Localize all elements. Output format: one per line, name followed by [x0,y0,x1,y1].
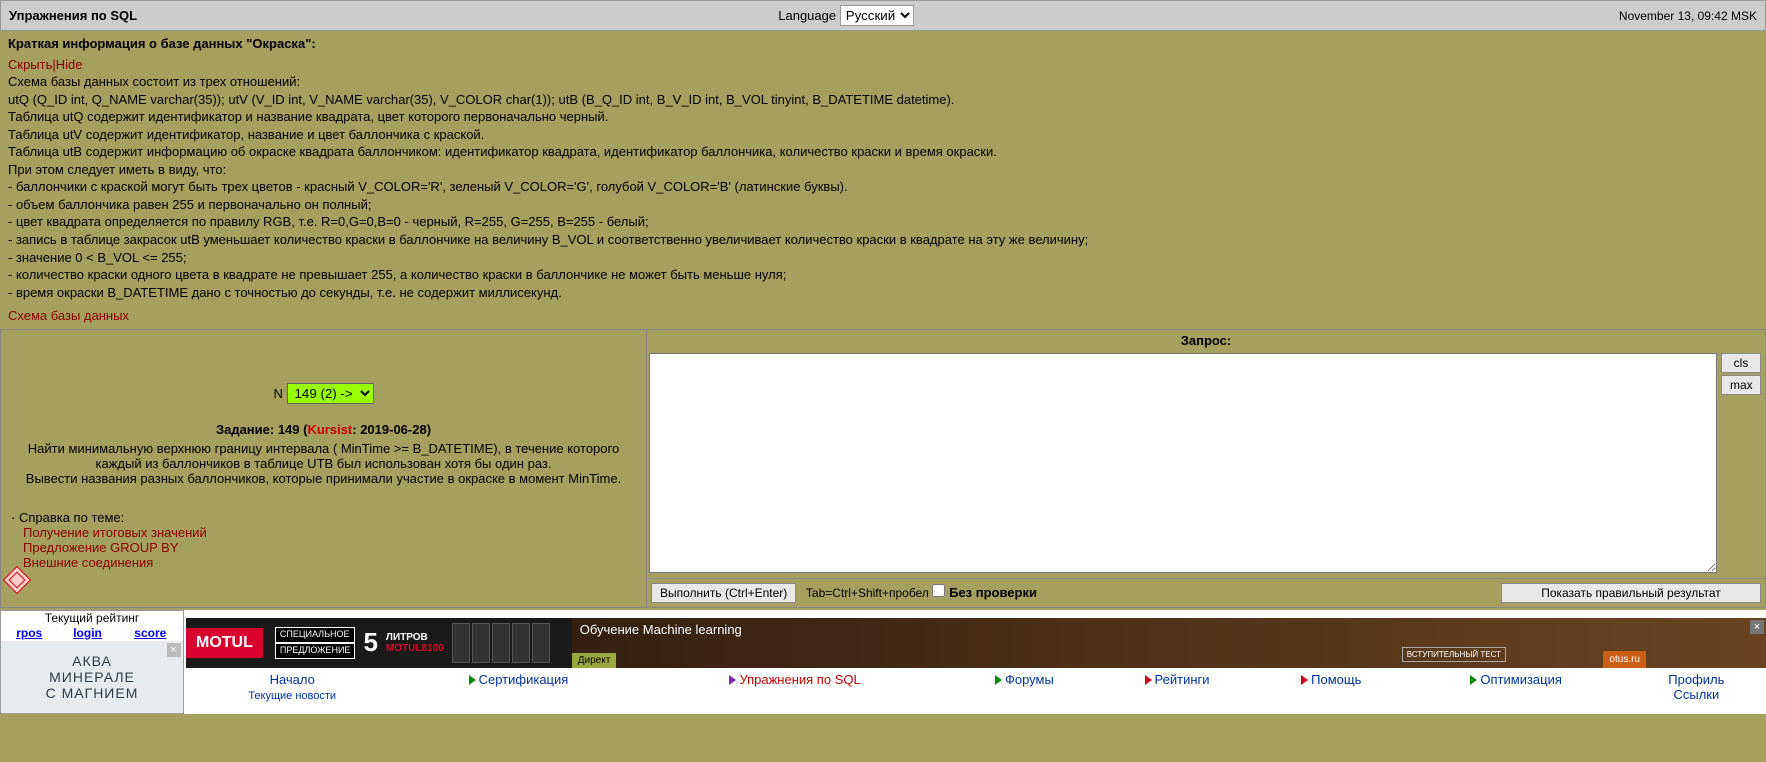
rating-col-rpos[interactable]: rpos [16,626,42,640]
rating-title: Текущий рейтинг [1,610,184,625]
nav-sql[interactable]: Упражнения по SQL [739,672,860,687]
page-title: Упражнения по SQL [1,1,447,31]
db-info-text: Схема базы данных состоит из трех отноше… [8,73,1758,301]
otus-ad[interactable]: × Обучение Machine learning ВСТУПИТЕЛЬНЫ… [572,618,1766,668]
problem-select[interactable]: 149 (2) -> [287,383,374,404]
arrow-icon [729,675,736,685]
nav-cert[interactable]: Сертификация [479,672,569,687]
language-label: Language [778,8,836,23]
query-panel: Запрос: cls max Выполнить (Ctrl+Enter) T… [647,329,1766,607]
datetime: November 13, 09:42 MSK [1246,1,1766,31]
nav-ratings[interactable]: Рейтинги [1155,672,1210,687]
max-button[interactable]: max [1721,375,1761,395]
hide-link[interactable]: Скрыть|Hide [8,57,83,72]
nav-forums[interactable]: Форумы [1005,672,1054,687]
nav-links[interactable]: Ссылки [1673,687,1719,702]
rating-col-login[interactable]: login [73,626,102,640]
execute-cell: Выполнить (Ctrl+Enter) Tab=Ctrl+Shift+пр… [647,578,1312,607]
task-panel: N 149 (2) -> Задание: 149 (Kursist: 2019… [1,329,647,607]
rating-box: Текущий рейтинг rpos login score × АКВА … [0,610,184,714]
execute-button[interactable]: Выполнить (Ctrl+Enter) [651,583,796,603]
language-cell: Language Русский [447,1,1246,31]
nav-home[interactable]: Начало [270,672,315,687]
work-area: N 149 (2) -> Задание: 149 (Kursist: 2019… [0,329,1766,608]
query-label: Запрос: [647,330,1765,351]
bottom-bar: Текущий рейтинг rpos login score × АКВА … [0,610,1766,714]
shortcut-hint: Tab=Ctrl+Shift+пробел [800,586,929,600]
show-correct-button[interactable]: Показать правильный результат [1501,583,1761,603]
ref-link-1[interactable]: Получение итоговых значений [23,525,207,540]
arrow-icon [1470,675,1477,685]
motul-ad[interactable]: MOTUL СПЕЦИАЛЬНОЕ ПРЕДЛОЖЕНИЕ 5 ЛИТРОВ M… [186,618,572,668]
cls-button[interactable]: cls [1721,353,1761,373]
task-author: Kursist [307,422,352,437]
ref-link-2[interactable]: Предложение GROUP BY [23,540,179,555]
ref-link-3[interactable]: Внешние соединения [23,555,153,570]
db-diagram-icon[interactable] [3,566,31,594]
arrow-icon [469,675,476,685]
language-select[interactable]: Русский [840,5,914,26]
schema-link[interactable]: Схема базы данных [8,307,129,325]
task-body: Найти минимальную верхнюю границу интерв… [3,437,644,506]
n-label: N [273,386,282,401]
close-icon[interactable]: × [1750,620,1764,634]
nocheck-label: Без проверки [949,585,1037,600]
nav-profile[interactable]: Профиль [1668,672,1724,687]
references-block: · Справка по теме: Получение итоговых зн… [3,506,644,570]
rating-col-score[interactable]: score [134,626,166,640]
nocheck-checkbox[interactable] [932,584,945,597]
arrow-icon [995,675,1002,685]
task-header: Задание: 149 (Kursist: 2019-06-28) [3,422,644,437]
query-textarea[interactable] [649,353,1717,573]
aqua-ad[interactable]: × АКВА МИНЕРАЛЕ С МАГНИЕМ [1,641,183,713]
db-info-heading: Краткая информация о базе данных "Окраск… [8,35,1758,53]
arrow-icon [1301,675,1308,685]
close-icon[interactable]: × [167,643,181,657]
nav-home-sub[interactable]: Текущие новости [248,690,336,702]
nav-help[interactable]: Помощь [1311,672,1361,687]
header-bar: Упражнения по SQL Language Русский Novem… [0,0,1766,31]
nav-bar: Начало Текущие новости Сертификация Упра… [186,668,1766,706]
nav-opt[interactable]: Оптимизация [1480,672,1562,687]
arrow-icon [1145,675,1152,685]
db-info-block: Краткая информация о базе данных "Окраск… [0,31,1766,329]
